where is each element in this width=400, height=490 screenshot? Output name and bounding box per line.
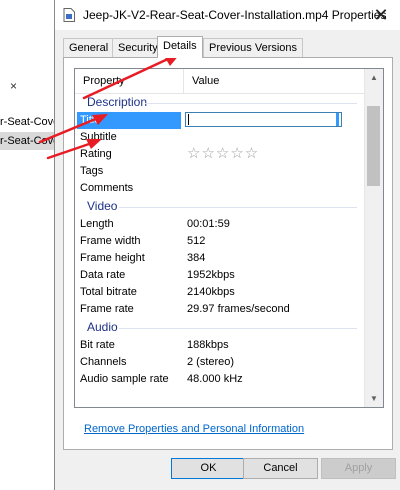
row-data-rate[interactable]: Data rate 1952kbps	[75, 267, 365, 284]
section-divider	[145, 103, 357, 104]
row-rating[interactable]: Rating ☆☆☆☆☆	[75, 145, 365, 163]
row-value: 512	[187, 235, 206, 247]
rating-stars-icon[interactable]: ☆☆☆☆☆	[187, 145, 259, 162]
row-key: Comments	[80, 182, 134, 194]
row-length[interactable]: Length 00:01:59	[75, 216, 365, 233]
row-value: 1952kbps	[187, 269, 235, 281]
properties-dialog: Jeep-JK-V2-Rear-Seat-Cover-Installation.…	[54, 0, 400, 490]
row-value: 384	[187, 252, 206, 264]
row-key: Frame rate	[80, 303, 134, 315]
row-key: Rating	[80, 148, 112, 160]
row-key: Frame height	[80, 252, 145, 264]
section-divider	[119, 207, 357, 208]
row-value: 2140kbps	[187, 286, 235, 298]
row-value: 188kbps	[187, 339, 229, 351]
tab-security[interactable]: Security	[112, 38, 164, 57]
section-label: Video	[87, 199, 118, 213]
column-header-value[interactable]: Value	[183, 69, 372, 93]
scroll-down-icon[interactable]: ▼	[365, 390, 383, 407]
row-value: 2 (stereo)	[187, 356, 235, 368]
text-caret	[188, 114, 189, 125]
row-key: Frame width	[80, 235, 141, 247]
apply-button[interactable]: Apply	[321, 458, 396, 479]
row-key: Title	[77, 112, 181, 129]
section-video: Video	[75, 197, 365, 216]
background-file-item-selected[interactable]: r-Seat-Cove	[0, 132, 60, 150]
background-close-icon: ×	[10, 79, 18, 93]
cancel-button[interactable]: Cancel	[243, 458, 318, 479]
row-key: Subtitle	[80, 131, 117, 143]
row-audio-sample-rate[interactable]: Audio sample rate 48.000 kHz	[75, 371, 365, 388]
row-key: Data rate	[80, 269, 126, 281]
row-frame-rate[interactable]: Frame rate 29.97 frames/second	[75, 301, 365, 318]
scroll-up-icon[interactable]: ▲	[365, 69, 383, 86]
video-file-icon	[63, 8, 75, 22]
background-explorer-window: × r-Seat-Cove r-Seat-Cove	[0, 0, 60, 490]
row-channels[interactable]: Channels 2 (stereo)	[75, 354, 365, 371]
row-value: 29.97 frames/second	[187, 303, 290, 315]
row-value: 48.000 kHz	[187, 373, 243, 385]
row-key: Total bitrate	[80, 286, 137, 298]
section-divider	[119, 328, 357, 329]
row-title[interactable]: Title	[75, 112, 365, 129]
row-frame-height[interactable]: Frame height 384	[75, 250, 365, 267]
scroll-thumb[interactable]	[367, 106, 380, 186]
row-comments[interactable]: Comments	[75, 180, 365, 197]
tab-details[interactable]: Details	[157, 36, 203, 58]
dialog-title: Jeep-JK-V2-Rear-Seat-Cover-Installation.…	[83, 8, 387, 22]
remove-properties-link[interactable]: Remove Properties and Personal Informati…	[84, 423, 304, 435]
row-total-bitrate[interactable]: Total bitrate 2140kbps	[75, 284, 365, 301]
row-value: 00:01:59	[187, 218, 230, 230]
background-file-item[interactable]: r-Seat-Cove	[0, 113, 60, 131]
ok-button[interactable]: OK	[171, 458, 246, 479]
section-description: Description	[75, 93, 365, 112]
section-label: Description	[87, 95, 148, 109]
vertical-scrollbar[interactable]: ▲ ▼	[364, 69, 383, 407]
tab-general[interactable]: General	[63, 38, 115, 57]
row-key: Bit rate	[80, 339, 115, 351]
section-audio: Audio	[75, 318, 365, 337]
section-label: Audio	[87, 320, 118, 334]
row-subtitle[interactable]: Subtitle	[75, 129, 365, 146]
row-tags[interactable]: Tags	[75, 163, 365, 180]
row-key: Channels	[80, 356, 127, 368]
title-edit-field[interactable]	[185, 112, 342, 127]
tab-previous-versions[interactable]: Previous Versions	[203, 38, 304, 57]
details-panel: Property Value Description Title Subtitl…	[63, 57, 393, 450]
property-list[interactable]: Property Value Description Title Subtitl…	[74, 68, 384, 408]
row-frame-width[interactable]: Frame width 512	[75, 233, 365, 250]
close-button[interactable]: ✕	[361, 0, 400, 30]
row-key: Length	[80, 218, 114, 230]
column-header-property[interactable]: Property	[75, 69, 183, 93]
row-bit-rate[interactable]: Bit rate 188kbps	[75, 337, 365, 354]
list-header: Property Value	[75, 69, 365, 94]
title-bar: Jeep-JK-V2-Rear-Seat-Cover-Installation.…	[55, 0, 400, 30]
property-rows: Description Title Subtitle Rating ☆☆☆☆☆	[75, 93, 365, 388]
row-key: Audio sample rate	[80, 373, 169, 385]
row-key: Tags	[80, 165, 104, 177]
